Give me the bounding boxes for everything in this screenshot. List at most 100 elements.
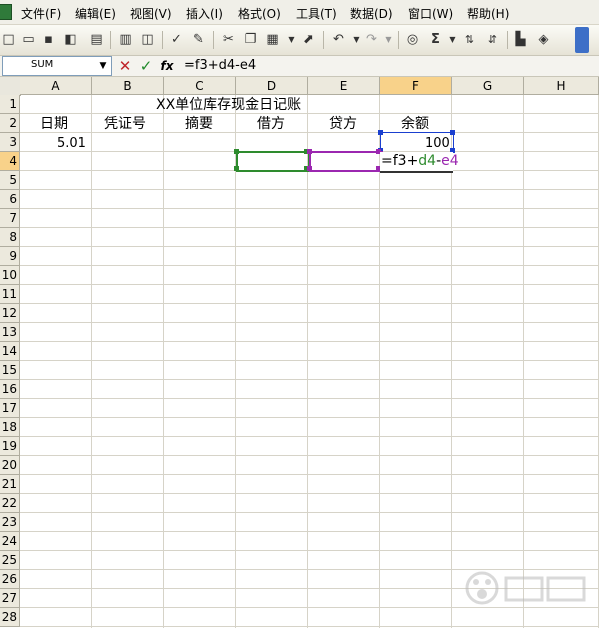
toolbar-options-button[interactable] xyxy=(575,27,589,53)
row-header-11[interactable]: 11 xyxy=(0,285,20,304)
menu-tools[interactable]: 工具(T) xyxy=(296,5,337,22)
row-header-19[interactable]: 19 xyxy=(0,437,20,456)
column-header-e[interactable]: E xyxy=(308,77,380,95)
row-header-20[interactable]: 20 xyxy=(0,456,20,475)
column-header-h[interactable]: H xyxy=(524,77,599,95)
menu-insert[interactable]: 插入(I) xyxy=(186,5,223,22)
row-header-17[interactable]: 17 xyxy=(0,399,20,418)
row-header-6[interactable]: 6 xyxy=(0,190,20,209)
row-header-1[interactable]: 1 xyxy=(0,95,20,114)
row-header-27[interactable]: 27 xyxy=(0,589,20,608)
baidu-watermark-logo xyxy=(465,571,586,605)
column-header-g[interactable]: G xyxy=(452,77,524,95)
autosum-dropdown-icon[interactable]: ▼ xyxy=(444,31,461,48)
grid-vline xyxy=(379,95,380,628)
row-header-12[interactable]: 12 xyxy=(0,304,20,323)
row-header-14[interactable]: 14 xyxy=(0,342,20,361)
menu-window[interactable]: 窗口(W) xyxy=(408,5,453,22)
row-header-25[interactable]: 25 xyxy=(0,551,20,570)
row-header-9[interactable]: 9 xyxy=(0,247,20,266)
row-header-16[interactable]: 16 xyxy=(0,380,20,399)
new-icon[interactable]: □ xyxy=(0,31,17,48)
autosum-icon[interactable]: Σ xyxy=(427,31,444,48)
excel-app-icon[interactable] xyxy=(0,4,12,20)
paste-icon[interactable]: ▦ xyxy=(264,31,281,48)
save-icon[interactable]: ▪ xyxy=(40,31,57,48)
row-header-23[interactable]: 23 xyxy=(0,513,20,532)
grid-vline xyxy=(163,95,164,628)
name-box-dropdown-icon[interactable]: ▼ xyxy=(95,57,111,75)
cell-a3[interactable]: 5.01 xyxy=(57,134,86,153)
row-header-21[interactable]: 21 xyxy=(0,475,20,494)
row-header-3[interactable]: 3 xyxy=(0,133,20,152)
row-header-4[interactable]: 4 xyxy=(0,152,20,171)
ref-handle[interactable] xyxy=(378,130,383,135)
menu-data[interactable]: 数据(D) xyxy=(350,5,393,22)
row-header-10[interactable]: 10 xyxy=(0,266,20,285)
row-header-15[interactable]: 15 xyxy=(0,361,20,380)
grid-hline xyxy=(20,417,599,418)
row-header-22[interactable]: 22 xyxy=(0,494,20,513)
enter-icon[interactable]: ✓ xyxy=(137,57,155,75)
copy-icon[interactable]: ❐ xyxy=(242,31,259,48)
redo-icon[interactable]: ↷ xyxy=(363,31,380,48)
undo-icon[interactable]: ↶ xyxy=(330,31,347,48)
column-header-c[interactable]: C xyxy=(164,77,236,95)
print-icon[interactable]: ▥ xyxy=(117,31,134,48)
sort-asc-icon[interactable]: ⇅ xyxy=(461,31,478,48)
menu-file[interactable]: 文件(F) xyxy=(21,5,61,22)
insert-function-icon[interactable]: fx xyxy=(158,57,176,75)
spelling-icon[interactable]: ✓ xyxy=(168,31,185,48)
format-painter-icon[interactable]: ⬈ xyxy=(300,31,317,48)
drawing-icon[interactable]: ◈ xyxy=(535,31,552,48)
grid-hline xyxy=(20,322,599,323)
menu-edit[interactable]: 编辑(E) xyxy=(75,5,116,22)
print-preview-icon[interactable]: ▤ xyxy=(88,31,105,48)
sort-desc-icon[interactable]: ⇵ xyxy=(484,31,501,48)
cell-f4-editor[interactable]: =f3+d4-e4 xyxy=(380,152,459,173)
cell-title[interactable]: XX单位库存现金日记账 xyxy=(156,96,301,115)
header-date[interactable]: 日期 xyxy=(40,115,68,134)
header-debit[interactable]: 借方 xyxy=(257,115,285,134)
open-icon[interactable]: ▭ xyxy=(20,31,37,48)
grid-hline xyxy=(20,246,599,247)
ref-handle[interactable] xyxy=(234,149,239,154)
row-header-13[interactable]: 13 xyxy=(0,323,20,342)
row-header-7[interactable]: 7 xyxy=(0,209,20,228)
menu-view[interactable]: 视图(V) xyxy=(130,5,172,22)
select-all-corner[interactable] xyxy=(0,77,21,96)
permission-icon[interactable]: ◧ xyxy=(62,31,79,48)
column-header-a[interactable]: A xyxy=(20,77,92,95)
redo-dropdown-icon[interactable]: ▼ xyxy=(380,31,397,48)
menu-help[interactable]: 帮助(H) xyxy=(467,5,509,22)
hyperlink-icon[interactable]: ◎ xyxy=(404,31,421,48)
ref-handle[interactable] xyxy=(307,166,312,171)
row-header-24[interactable]: 24 xyxy=(0,532,20,551)
row-header-8[interactable]: 8 xyxy=(0,228,20,247)
ref-handle[interactable] xyxy=(234,166,239,171)
cut-icon[interactable]: ✂ xyxy=(220,31,237,48)
formula-input[interactable]: =f3+d4-e4 xyxy=(184,58,256,73)
row-header-2[interactable]: 2 xyxy=(0,114,20,133)
grid-vline xyxy=(451,95,452,628)
row-header-26[interactable]: 26 xyxy=(0,570,20,589)
print-preview-icon-2[interactable]: ◫ xyxy=(139,31,156,48)
paste-dropdown-icon[interactable]: ▼ xyxy=(283,31,300,48)
header-credit[interactable]: 贷方 xyxy=(329,115,357,134)
chart-icon[interactable]: ▙ xyxy=(512,31,529,48)
name-box[interactable]: SUM ▼ xyxy=(2,56,112,76)
grid-hline xyxy=(20,512,599,513)
cancel-icon[interactable]: ✕ xyxy=(116,57,134,75)
row-header-5[interactable]: 5 xyxy=(0,171,20,190)
column-header-b[interactable]: B xyxy=(92,77,164,95)
column-header-d[interactable]: D xyxy=(236,77,308,95)
header-summary[interactable]: 摘要 xyxy=(185,115,213,134)
row-header-28[interactable]: 28 xyxy=(0,608,20,627)
ref-handle[interactable] xyxy=(307,149,312,154)
column-header-f[interactable]: F xyxy=(380,77,452,95)
ref-handle[interactable] xyxy=(450,130,455,135)
menu-format[interactable]: 格式(O) xyxy=(238,5,281,22)
research-icon[interactable]: ✎ xyxy=(190,31,207,48)
row-header-18[interactable]: 18 xyxy=(0,418,20,437)
header-voucher[interactable]: 凭证号 xyxy=(104,115,146,134)
